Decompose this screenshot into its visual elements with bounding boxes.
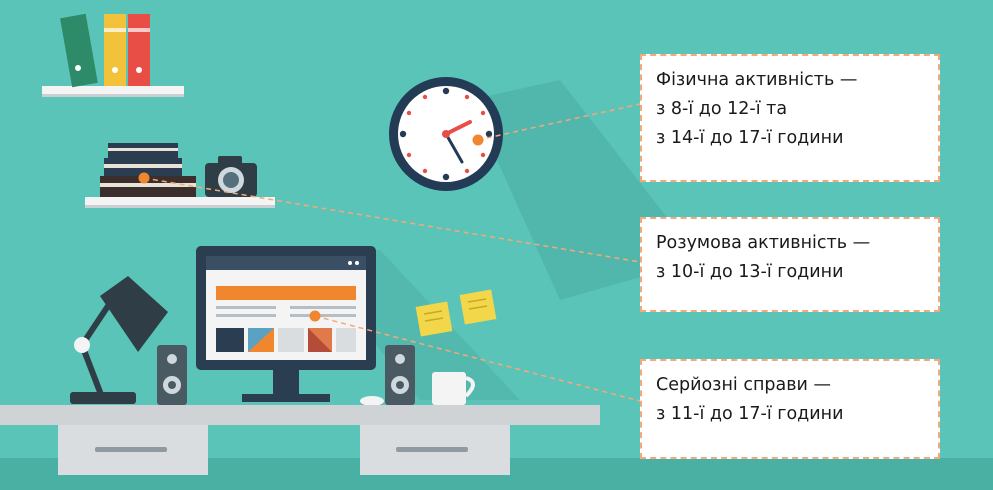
speaker-icon [157,345,187,405]
callout-line: з 8-ї до 12-ї та [656,99,788,119]
callout-line: Серйозні справи — [656,375,831,395]
clock-icon [389,77,503,191]
mouse-icon [360,396,384,406]
marker-dot-serious [309,310,321,322]
callout-line: з 11-ї до 17-ї години [656,404,844,424]
speaker-icon [385,345,415,405]
book-icon [104,14,126,86]
callout-line: Розумова активність — [656,233,871,253]
marker-dot-physical [472,134,484,146]
callout-line: з 14-ї до 17-ї години [656,128,844,148]
callout-line: з 10-ї до 13-ї години [656,262,844,282]
book-icon [128,14,150,86]
callout-physical-activity: Фізична активність — з 8-ї до 12-ї та з … [640,54,940,182]
marker-dot-mental [138,172,150,184]
sticky-note-icon [415,301,453,337]
sticky-note-icon [459,289,497,325]
callout-serious-tasks: Серйозні справи — з 11-ї до 17-ї години [640,359,940,459]
callout-line: Фізична активність — [656,70,858,90]
callout-mental-activity: Розумова активність — з 10-ї до 13-ї год… [640,217,940,312]
